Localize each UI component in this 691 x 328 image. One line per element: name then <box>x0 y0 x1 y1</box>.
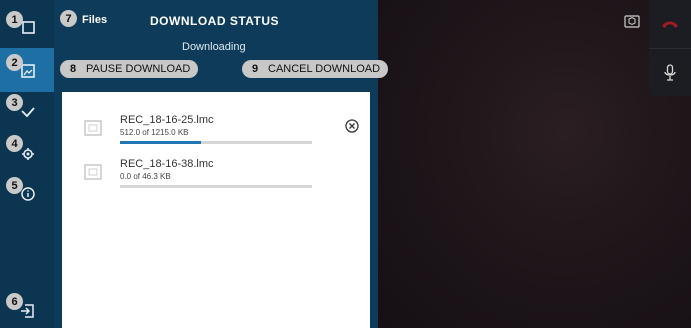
file-size: 0.0 of 46.3 KB <box>120 172 171 181</box>
file-name: REC_18-16-25.lmc <box>120 114 214 126</box>
downloads-list: REC_18-16-25.lmc 512.0 of 1215.0 KB REC_… <box>62 92 370 328</box>
pause-download-button[interactable]: 8 PAUSE DOWNLOAD <box>60 60 199 78</box>
cancel-download-label: CANCEL DOWNLOAD <box>268 63 381 75</box>
annotation-badge: 7 <box>60 10 77 27</box>
annotation-badge: 9 <box>251 63 259 75</box>
image-file-icon <box>84 120 102 136</box>
file-name: REC_18-16-38.lmc <box>120 158 214 170</box>
annotation-badge: 6 <box>6 293 23 310</box>
annotation-badge: 5 <box>6 177 23 194</box>
annotation-badge: 2 <box>6 54 23 71</box>
list-item[interactable]: REC_18-16-25.lmc 512.0 of 1215.0 KB <box>62 114 370 158</box>
rail-item-gallery[interactable] <box>0 48 54 92</box>
cancel-item-icon[interactable] <box>345 119 359 133</box>
image-file-icon <box>84 164 102 180</box>
call-controls <box>649 0 691 96</box>
left-rail <box>0 0 54 328</box>
status-text: Downloading <box>182 41 246 53</box>
annotation-badge: 4 <box>6 135 23 152</box>
end-call-icon[interactable] <box>661 18 679 30</box>
annotation-badge: 8 <box>69 63 77 75</box>
annotation-badge: 3 <box>6 94 23 111</box>
progress-bar <box>120 185 312 188</box>
video-background <box>378 0 691 328</box>
download-panel: 7 Files DOWNLOAD STATUS Downloading 8 PA… <box>54 0 389 328</box>
cube-icon[interactable] <box>624 14 640 28</box>
file-size: 512.0 of 1215.0 KB <box>120 128 189 137</box>
progress-fill <box>120 141 201 144</box>
app-window: 1 2 3 4 5 6 7 Files DOWNLOAD STATUS Down… <box>0 0 691 328</box>
files-back-link[interactable]: Files <box>82 14 107 26</box>
microphone-icon[interactable] <box>662 64 678 82</box>
page-title: DOWNLOAD STATUS <box>150 14 280 28</box>
annotation-badge: 1 <box>6 11 23 28</box>
pause-download-label: PAUSE DOWNLOAD <box>86 63 191 75</box>
progress-bar <box>120 141 312 144</box>
list-item[interactable]: REC_18-16-38.lmc 0.0 of 46.3 KB <box>62 158 370 202</box>
cancel-download-button[interactable]: 9 CANCEL DOWNLOAD <box>242 60 389 78</box>
divider <box>649 48 691 49</box>
